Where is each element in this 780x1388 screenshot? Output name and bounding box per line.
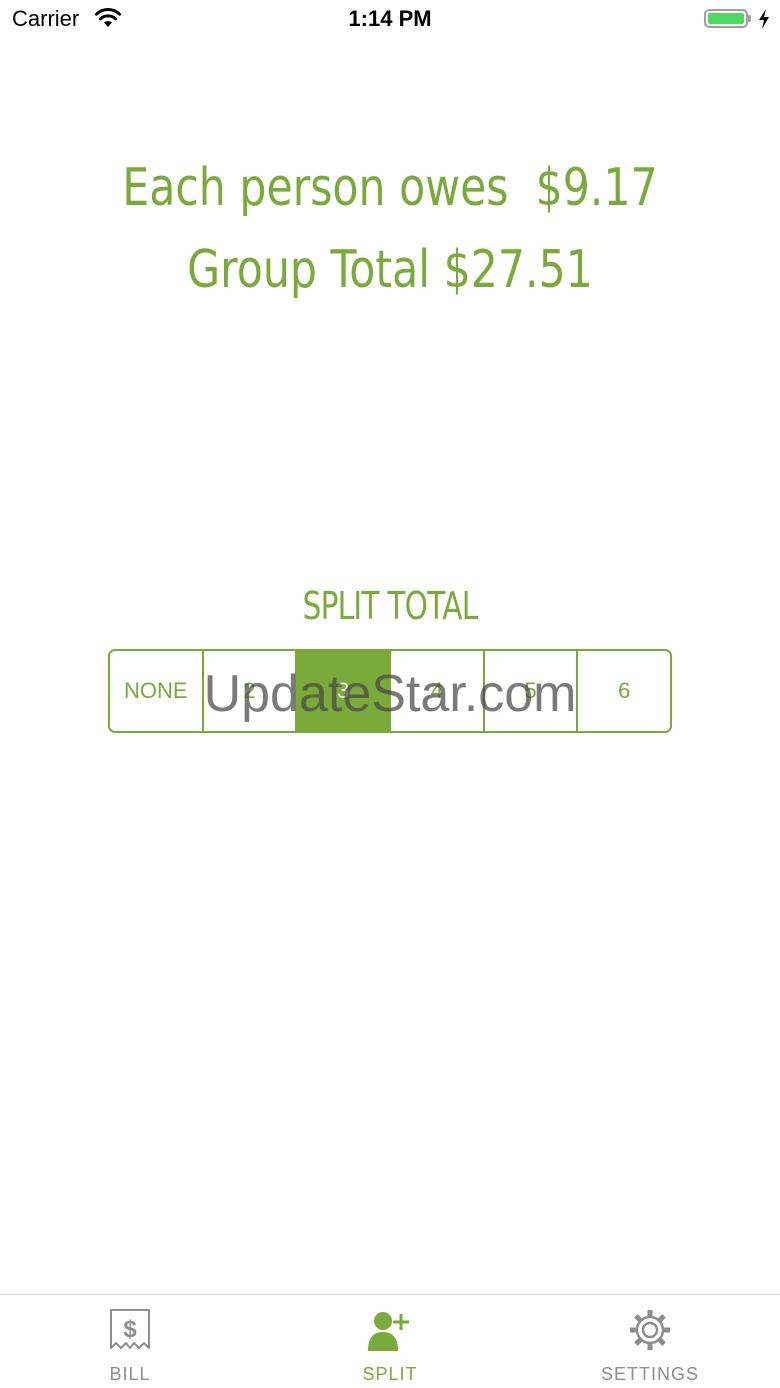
split-option-4[interactable]: 4 [389, 651, 483, 731]
split-option-2[interactable]: 2 [201, 651, 296, 731]
group-total: Group Total $27.51 [70, 240, 710, 300]
owes-value: $9.17 [535, 158, 658, 218]
status-bar: Carrier 1:14 PM [0, 0, 780, 40]
gear-icon [630, 1310, 670, 1350]
tab-settings-label: SETTINGS [600, 1364, 699, 1384]
bill-icon: $ [110, 1309, 150, 1349]
per-person-amount: Each person owes $9.17 [70, 158, 710, 218]
split-total-heading: SPLIT TOTAL [302, 584, 479, 628]
tab-split-label: SPLIT [362, 1364, 418, 1384]
tab-split[interactable]: SPLIT [260, 1295, 520, 1388]
tab-bill-label: BILL [109, 1364, 151, 1384]
split-option-3[interactable]: 3 [295, 651, 390, 731]
split-count-selector: NONE 2 3 4 5 6 [108, 649, 672, 733]
tab-bar: $ BILL SPLIT SETTINGS [0, 1294, 780, 1388]
battery-icon [704, 9, 748, 28]
charging-bolt-icon [759, 9, 769, 29]
add-person-icon [368, 1312, 409, 1351]
split-option-none[interactable]: NONE [110, 651, 202, 731]
split-option-6[interactable]: 6 [576, 651, 670, 731]
total-value: $27.51 [443, 240, 593, 300]
clock: 1:14 PM [348, 6, 432, 31]
split-option-5[interactable]: 5 [482, 651, 577, 731]
tab-settings[interactable]: SETTINGS [520, 1295, 780, 1388]
owes-label: Each person owes [122, 158, 509, 218]
battery-nub [748, 15, 751, 22]
svg-text:$: $ [123, 1316, 137, 1343]
total-label: Group Total [187, 240, 431, 300]
tab-bill[interactable]: $ BILL [0, 1295, 260, 1388]
